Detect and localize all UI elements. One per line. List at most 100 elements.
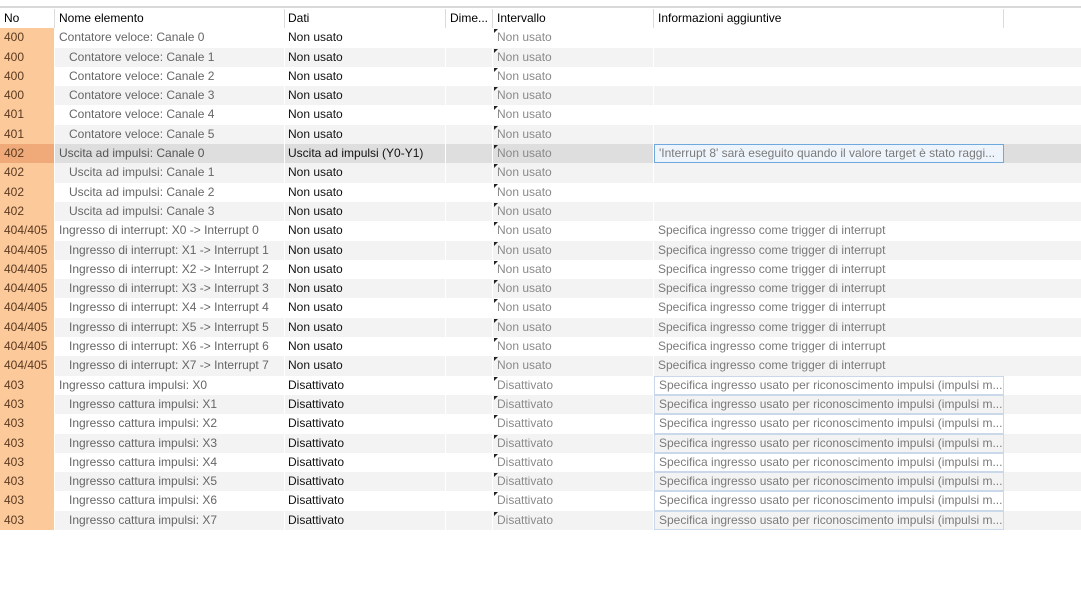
cell-dati[interactable]: Disattivato (285, 375, 446, 395)
cell-dati[interactable]: Disattivato (285, 433, 446, 453)
cell-dati[interactable]: Non usato (285, 124, 446, 145)
cell-intervallo[interactable]: Non usato (493, 298, 654, 318)
cell-intervallo[interactable]: Non usato (493, 279, 654, 299)
cell-intervallo[interactable]: Disattivato (493, 414, 654, 434)
table-row[interactable]: 404/405 Ingresso di interrupt: X0 -> Inte… (0, 221, 1081, 241)
table-row[interactable]: 403 Ingresso cattura impulsi: X6 Disattiva… (0, 491, 1081, 511)
column-header-no[interactable]: No (0, 9, 55, 29)
table-row[interactable]: 403 Ingresso cattura impulsi: X5 Disattiva… (0, 472, 1081, 492)
cell-intervallo[interactable]: Non usato (493, 124, 654, 145)
table-row[interactable]: 402 Uscita ad impulsi: Canale 3 Non usato N… (0, 201, 1081, 222)
table-row[interactable]: 404/405 Ingresso di interrupt: X1 -> Inte… (0, 240, 1081, 260)
cell-info[interactable] (654, 105, 1004, 124)
cell-dati[interactable]: Non usato (285, 47, 446, 67)
cell-dati[interactable]: Disattivato (285, 510, 446, 531)
cell-info[interactable] (654, 183, 1004, 202)
cell-info[interactable]: Specifica ingresso usato per riconoscime… (654, 414, 1004, 434)
cell-info[interactable]: Specifica ingresso usato per riconoscime… (654, 510, 1004, 531)
cell-info[interactable]: Specifica ingresso usato per riconoscime… (654, 472, 1004, 492)
cell-info[interactable]: Specifica ingresso come trigger di inter… (654, 356, 1004, 376)
cell-info[interactable]: Specifica ingresso come trigger di inter… (654, 240, 1004, 260)
cell-info[interactable]: Specifica ingresso usato per riconoscime… (654, 433, 1004, 453)
cell-dati[interactable]: Disattivato (285, 472, 446, 492)
cell-dati[interactable]: Non usato (285, 317, 446, 338)
cell-intervallo[interactable]: Disattivato (493, 375, 654, 395)
cell-intervallo[interactable]: Disattivato (493, 491, 654, 511)
cell-intervallo[interactable]: Non usato (493, 337, 654, 357)
cell-intervallo[interactable]: Non usato (493, 259, 654, 280)
cell-intervallo[interactable]: Non usato (493, 317, 654, 338)
cell-dati[interactable]: Disattivato (285, 452, 446, 473)
cell-dati[interactable]: Non usato (285, 28, 446, 48)
cell-info[interactable] (654, 47, 1004, 67)
table-row[interactable]: 404/405 Ingresso di interrupt: X4 -> Inte… (0, 298, 1081, 318)
table-row[interactable]: 401 Contatore veloce: Canale 4 Non usato No… (0, 105, 1081, 125)
table-row[interactable]: 403 Ingresso cattura impulsi: X1 Disattiva… (0, 394, 1081, 415)
table-row[interactable]: 404/405 Ingresso di interrupt: X2 -> Inte… (0, 259, 1081, 280)
column-header-name[interactable]: Nome elemento (55, 9, 285, 29)
cell-info[interactable] (654, 124, 1004, 145)
column-header-intervallo[interactable]: Intervallo (493, 9, 654, 29)
cell-info[interactable] (654, 28, 1004, 47)
cell-info[interactable]: Specifica ingresso come trigger di inter… (654, 317, 1004, 338)
cell-info[interactable]: Specifica ingresso usato per riconoscime… (654, 452, 1004, 473)
cell-dati[interactable]: Disattivato (285, 491, 446, 511)
cell-intervallo[interactable]: Non usato (493, 201, 654, 222)
table-row[interactable]: 403 Ingresso cattura impulsi: X3 Disattiva… (0, 433, 1081, 453)
cell-intervallo[interactable]: Non usato (493, 28, 654, 48)
table-row[interactable]: 400 Contatore veloce: Canale 2 Non usato No… (0, 66, 1081, 87)
cell-intervallo[interactable]: Non usato (493, 163, 654, 183)
cell-intervallo[interactable]: Disattivato (493, 433, 654, 453)
cell-info[interactable]: Specifica ingresso come trigger di inter… (654, 260, 1004, 279)
cell-dati[interactable]: Disattivato (285, 414, 446, 434)
table-row[interactable]: 402 Uscita ad impulsi: Canale 1 Non usato N… (0, 163, 1081, 183)
table-row[interactable]: 404/405 Ingresso di interrupt: X5 -> Inte… (0, 317, 1081, 338)
table-row[interactable]: 400 Contatore veloce: Canale 3 Non usato No… (0, 86, 1081, 106)
cell-dati[interactable]: Non usato (285, 298, 446, 318)
table-row[interactable]: 403 Ingresso cattura impulsi: X0 Disattiva… (0, 375, 1081, 395)
cell-intervallo[interactable]: Disattivato (493, 472, 654, 492)
cell-dati[interactable]: Disattivato (285, 394, 446, 415)
cell-intervallo[interactable]: Non usato (493, 105, 654, 125)
table-row[interactable]: 404/405 Ingresso di interrupt: X6 -> Inte… (0, 337, 1081, 357)
cell-dati[interactable]: Non usato (285, 201, 446, 222)
cell-dati[interactable]: Non usato (285, 337, 446, 357)
cell-dati[interactable]: Non usato (285, 66, 446, 87)
table-row[interactable]: 404/405 Ingresso di interrupt: X7 -> Inte… (0, 356, 1081, 376)
cell-intervallo[interactable]: Disattivato (493, 452, 654, 473)
cell-intervallo[interactable]: Non usato (493, 86, 654, 106)
table-row[interactable]: 404/405 Ingresso di interrupt: X3 -> Inte… (0, 279, 1081, 299)
column-header-dimensione[interactable]: Dime... (446, 9, 493, 29)
cell-dati[interactable]: Non usato (285, 259, 446, 280)
cell-info[interactable] (654, 86, 1004, 106)
table-row[interactable]: 403 Ingresso cattura impulsi: X7 Disattiva… (0, 510, 1081, 531)
cell-intervallo[interactable]: Disattivato (493, 510, 654, 531)
cell-info[interactable]: Specifica ingresso usato per riconoscime… (654, 491, 1004, 511)
cell-info[interactable]: Specifica ingresso usato per riconoscime… (654, 375, 1004, 395)
cell-info[interactable]: Specifica ingresso usato per riconoscime… (654, 394, 1004, 415)
cell-info[interactable]: Specifica ingresso come trigger di inter… (654, 221, 1004, 240)
table-row[interactable]: 403 Ingresso cattura impulsi: X4 Disattiva… (0, 452, 1081, 473)
cell-intervallo[interactable]: Non usato (493, 66, 654, 87)
cell-info[interactable]: Specifica ingresso come trigger di inter… (654, 279, 1004, 299)
column-header-dati[interactable]: Dati (285, 9, 446, 29)
table-row[interactable]: 402 Uscita ad impulsi: Canale 0 Uscita ad … (0, 144, 1081, 164)
cell-dati[interactable]: Non usato (285, 221, 446, 241)
cell-dati[interactable]: Non usato (285, 163, 446, 183)
cell-intervallo[interactable]: Non usato (493, 221, 654, 241)
cell-dati[interactable]: Non usato (285, 279, 446, 299)
cell-dati[interactable]: Non usato (285, 105, 446, 125)
table-row[interactable]: 400 Contatore veloce: Canale 0 Non usato No… (0, 28, 1081, 48)
cell-intervallo[interactable]: Non usato (493, 240, 654, 260)
cell-info[interactable] (654, 201, 1004, 222)
table-row[interactable]: 403 Ingresso cattura impulsi: X2 Disattiva… (0, 414, 1081, 434)
cell-dati[interactable]: Non usato (285, 182, 446, 202)
cell-info[interactable]: Specifica ingresso come trigger di inter… (654, 337, 1004, 356)
cell-info[interactable] (654, 67, 1004, 86)
cell-info[interactable]: Specifica ingresso come trigger di inter… (654, 298, 1004, 317)
cell-intervallo[interactable]: Non usato (493, 182, 654, 202)
cell-dati[interactable]: Non usato (285, 86, 446, 106)
cell-info[interactable]: 'Interrupt 8' sarà eseguito quando il va… (654, 144, 1004, 164)
cell-dati[interactable]: Non usato (285, 356, 446, 376)
cell-dati[interactable]: Uscita ad impulsi (Y0-Y1) (285, 144, 446, 164)
